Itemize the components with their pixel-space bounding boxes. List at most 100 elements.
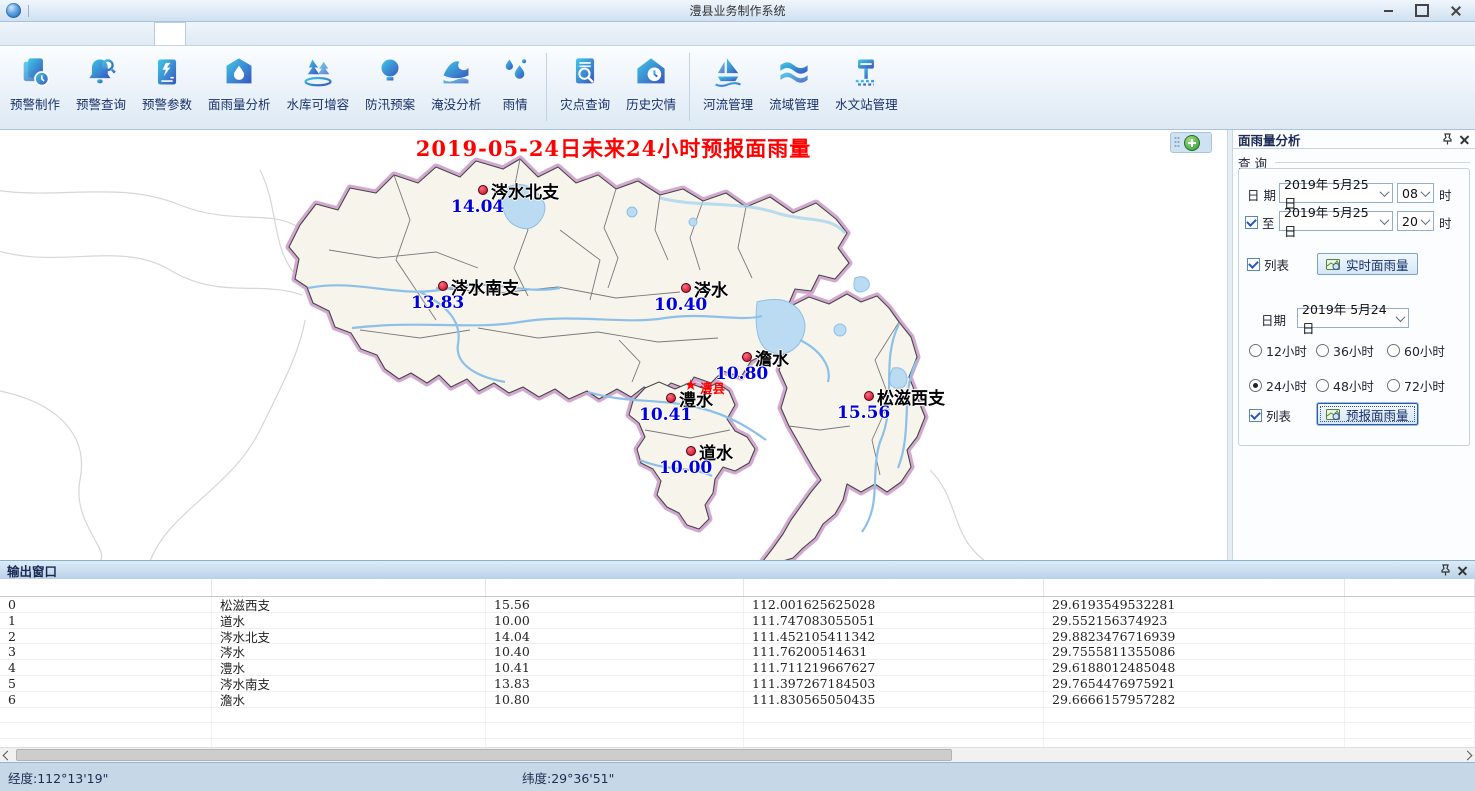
column-header[interactable] (744, 579, 1044, 596)
toolbar-button[interactable]: 面雨量分析 (200, 51, 279, 129)
scroll-left-icon[interactable] (0, 748, 15, 762)
menu-tab[interactable] (516, 22, 546, 45)
toolbar-button[interactable]: 河流管理 (695, 51, 761, 129)
station-dot-icon (686, 446, 696, 456)
duration-radio[interactable]: 36小时 (1316, 341, 1387, 360)
reservoir-icon (300, 54, 336, 90)
menu-tab[interactable] (154, 22, 186, 45)
toolbar-button[interactable]: 雨情 (489, 51, 541, 129)
alert-edit-icon (17, 54, 53, 90)
flood-icon (438, 54, 474, 90)
menu-tab[interactable] (124, 22, 154, 45)
column-header[interactable] (486, 579, 744, 596)
duration-radio[interactable]: 72小时 (1387, 376, 1465, 395)
toolbar-button[interactable]: 淹没分析 (423, 51, 489, 129)
menu-tab[interactable] (306, 22, 336, 45)
menu-tab[interactable] (186, 22, 216, 45)
toolbar-button[interactable]: 流域管理 (761, 51, 827, 129)
realtime-rainfall-button[interactable]: 实时面雨量 (1317, 253, 1418, 275)
table-row[interactable]: 5 涔水南支 13.83 111.397267184503 29.7654476… (0, 676, 1475, 692)
toolbar-button[interactable]: 水文站管理 (827, 51, 906, 129)
table-row[interactable] (0, 723, 1475, 739)
scrollbar-thumb[interactable] (16, 749, 952, 761)
station-dot-icon (864, 391, 874, 401)
toolbar: 预警制作 预警查询 预警参数 面雨量分析 水库可增容 防汛预案 淹没分析 (0, 46, 1475, 130)
map-icon (1326, 258, 1341, 271)
duration-radio[interactable]: 24小时 (1249, 376, 1316, 395)
menu-tab[interactable] (64, 22, 94, 45)
list-checkbox[interactable] (1247, 258, 1260, 271)
hour-suffix-label: 时 (1439, 213, 1452, 232)
table-row[interactable]: 1 道水 10.00 111.747083055051 29.552156374… (0, 613, 1475, 629)
toolbar-button[interactable]: 预警参数 (134, 51, 200, 129)
menu-tab[interactable] (4, 22, 34, 45)
table-row[interactable] (0, 708, 1475, 724)
table-row[interactable]: 3 涔水 10.40 111.76200514631 29.7555811355… (0, 644, 1475, 660)
menu-tab[interactable] (276, 22, 306, 45)
scroll-right-icon[interactable] (1460, 748, 1475, 762)
column-header[interactable] (1044, 579, 1345, 596)
county-star-icon: ★ (684, 376, 697, 394)
table-row[interactable]: 4 澧水 10.41 111.711219667627 29.618801248… (0, 660, 1475, 676)
forecast-date-select[interactable]: 2019年 5月24日 (1297, 308, 1409, 328)
toolbar-button[interactable]: 历史灾情 (618, 51, 684, 129)
menu-tab[interactable] (456, 22, 486, 45)
window-title: 澧县业务制作系统 (689, 2, 785, 19)
to-date-checkbox[interactable] (1245, 216, 1258, 229)
chevron-down-icon (1380, 215, 1390, 225)
start-date-select[interactable]: 2019年 5月25日 (1279, 183, 1393, 203)
column-header[interactable] (1345, 579, 1475, 596)
toolbar-button[interactable]: 预警查询 (68, 51, 134, 129)
close-panel-icon[interactable] (1459, 134, 1470, 145)
duration-radio[interactable]: 60小时 (1387, 341, 1465, 360)
duration-radio[interactable]: 48小时 (1316, 376, 1387, 395)
pin-icon[interactable] (1440, 564, 1451, 576)
map-view[interactable]: 涔水北支 14.04 涔水南支 13.83 涔水 10.40 澹水 10.80 … (0, 130, 1227, 560)
date-label: 日 期 (1247, 185, 1276, 204)
minimize-icon[interactable] (1375, 3, 1401, 19)
menu-tab[interactable] (366, 22, 396, 45)
table-row[interactable]: 0 松滋西支 15.56 112.001625625028 29.6193549… (0, 597, 1475, 613)
table-row[interactable]: 6 澹水 10.80 111.830565050435 29.666615795… (0, 692, 1475, 708)
column-header[interactable] (0, 579, 212, 596)
pin-icon[interactable] (1442, 133, 1453, 145)
radio-icon (1387, 344, 1400, 357)
menu-tab[interactable] (34, 22, 64, 45)
station-dot-icon (666, 393, 676, 403)
menu-tab[interactable] (486, 22, 516, 45)
menu-tab[interactable] (426, 22, 456, 45)
county-name-label: 澧县 (700, 378, 725, 397)
toolbar-button[interactable]: 水库可增容 (279, 51, 358, 129)
basin-rainfall-value: 10.40 (654, 295, 707, 315)
close-icon[interactable] (1443, 3, 1469, 19)
toolbar-button[interactable]: 防汛预案 (357, 51, 423, 129)
end-date-select[interactable]: 2019年 5月25日 (1279, 211, 1393, 231)
doc-search-icon (567, 54, 603, 90)
maximize-icon[interactable] (1409, 3, 1435, 19)
column-header[interactable] (212, 579, 486, 596)
zoom-in-icon[interactable] (1184, 135, 1200, 151)
menu-tab[interactable] (246, 22, 276, 45)
menu-tab[interactable] (336, 22, 366, 45)
menu-tab[interactable] (216, 22, 246, 45)
table-row[interactable]: 2 涔水北支 14.04 111.452105411342 29.8823476… (0, 629, 1475, 645)
start-hour-select[interactable]: 08 (1397, 183, 1434, 203)
drag-grip-icon[interactable] (1174, 136, 1180, 149)
list-checkbox[interactable] (1249, 409, 1262, 422)
to-label: 至 (1262, 213, 1275, 232)
close-panel-icon[interactable] (1457, 565, 1468, 576)
end-hour-select[interactable]: 20 (1397, 211, 1434, 231)
list-label: 列表 (1266, 406, 1291, 425)
toolbar-button[interactable]: 灾点查询 (552, 51, 618, 129)
radio-icon (1316, 379, 1329, 392)
menu-tab[interactable] (94, 22, 124, 45)
basin-rainfall-value: 10.41 (639, 405, 692, 425)
station-dot-icon (478, 185, 488, 195)
toolbar-separator (546, 53, 547, 121)
menu-tab[interactable] (396, 22, 426, 45)
basin-map-graphic (0, 130, 1227, 560)
horizontal-scrollbar[interactable] (0, 747, 1475, 762)
duration-radio[interactable]: 12小时 (1249, 341, 1316, 360)
forecast-rainfall-button[interactable]: 预报面雨量 (1317, 403, 1418, 425)
toolbar-button[interactable]: 预警制作 (2, 51, 68, 129)
